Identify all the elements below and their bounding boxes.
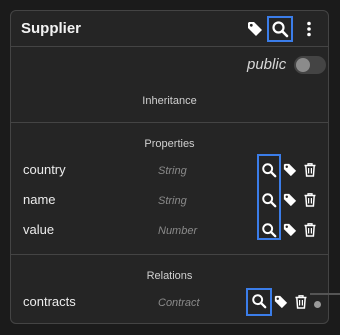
trash-icon[interactable] <box>294 294 308 309</box>
tag-icon[interactable] <box>283 193 297 207</box>
public-label: public <box>247 56 287 73</box>
inheritance-divider <box>11 122 328 123</box>
inheritance-title: Inheritance <box>142 95 197 107</box>
public-toggle[interactable] <box>294 56 326 74</box>
property-name-country: country <box>23 162 66 177</box>
properties-divider <box>11 254 328 255</box>
property-type-country: String <box>158 165 187 177</box>
tag-icon[interactable] <box>274 295 288 309</box>
relation-edge-line <box>310 293 340 295</box>
more-vertical-icon[interactable] <box>305 21 313 37</box>
trash-icon[interactable] <box>303 222 317 237</box>
search-icon[interactable] <box>271 20 289 38</box>
relation-type-contracts: Contract <box>158 297 200 309</box>
search-icon[interactable] <box>261 162 277 178</box>
relations-title: Relations <box>146 270 193 282</box>
public-toggle-knob <box>296 58 310 72</box>
property-type-name: String <box>158 195 187 207</box>
relation-connection-port[interactable] <box>314 301 321 308</box>
trash-icon[interactable] <box>303 162 317 177</box>
node-header: Supplier <box>11 11 328 47</box>
trash-icon[interactable] <box>303 192 317 207</box>
search-icon[interactable] <box>261 222 277 238</box>
search-icon[interactable] <box>251 293 267 309</box>
property-name-name: name <box>23 192 56 207</box>
tag-icon[interactable] <box>283 223 297 237</box>
entity-node-card[interactable]: Supplier public Inheritance Properties c… <box>10 10 329 324</box>
property-name-value: value <box>23 222 55 237</box>
property-type-value: Number <box>158 225 198 237</box>
relation-name-contracts: contracts <box>23 294 76 309</box>
search-icon[interactable] <box>261 192 277 208</box>
properties-title: Properties <box>144 138 195 150</box>
node-title: Supplier <box>21 20 82 37</box>
tag-icon[interactable] <box>247 21 263 37</box>
tag-icon[interactable] <box>283 163 297 177</box>
